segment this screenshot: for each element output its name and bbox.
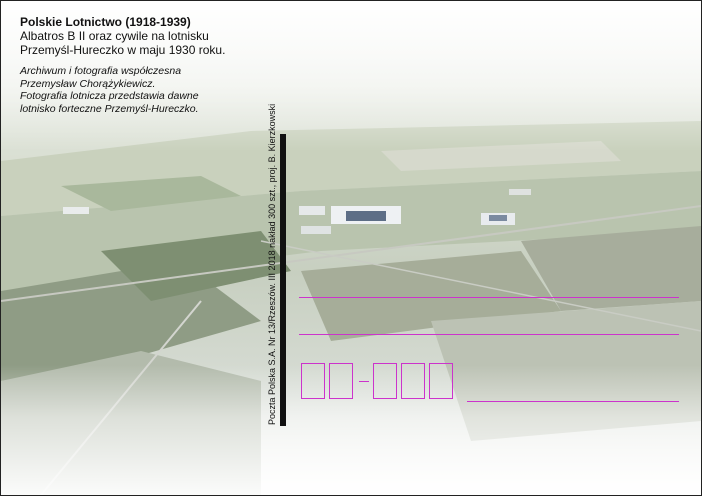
postal-code-dash — [359, 381, 369, 382]
building — [301, 226, 331, 234]
address-line — [299, 334, 679, 335]
postal-code-box — [401, 363, 425, 399]
building — [509, 189, 531, 195]
credits-line4: lotnisko forteczne Przemyśl-Hureczko. — [20, 102, 199, 115]
hangar-roof — [346, 211, 386, 221]
building — [489, 215, 507, 221]
card-title: Polskie Lotnictwo (1918-1939) — [20, 15, 191, 29]
credits-line1: Archiwum i fotografia współczesna — [20, 65, 182, 77]
card-subtitle-line1: Albatros B II oraz cywile na lotnisku — [20, 29, 209, 43]
card-subtitle-line2: Przemyśl-Hureczko w maju 1930 roku. — [20, 43, 226, 57]
postcard: Polskie Lotnictwo (1918-1939) Albatros B… — [0, 0, 702, 496]
building — [63, 207, 89, 214]
credits-line2: Przemysław Chorążykiewicz. — [20, 77, 156, 90]
postal-code-box — [301, 363, 325, 399]
city-line — [467, 401, 679, 402]
address-line — [299, 297, 679, 298]
building — [299, 206, 325, 215]
postal-code-box — [373, 363, 397, 399]
postal-code-box — [429, 363, 453, 399]
address-divider-bar — [280, 134, 286, 426]
credits-block: Archiwum i fotografia współczesna Przemy… — [20, 65, 199, 115]
caption-block: Polskie Lotnictwo (1918-1939) Albatros B… — [20, 15, 225, 57]
credits-line3: Fotografia lotnicza przedstawia dawne — [20, 90, 199, 102]
publisher-imprint: Poczta Polska S.A. Nr 13/Rzeszów. III 20… — [267, 103, 277, 425]
postal-code-box — [329, 363, 353, 399]
